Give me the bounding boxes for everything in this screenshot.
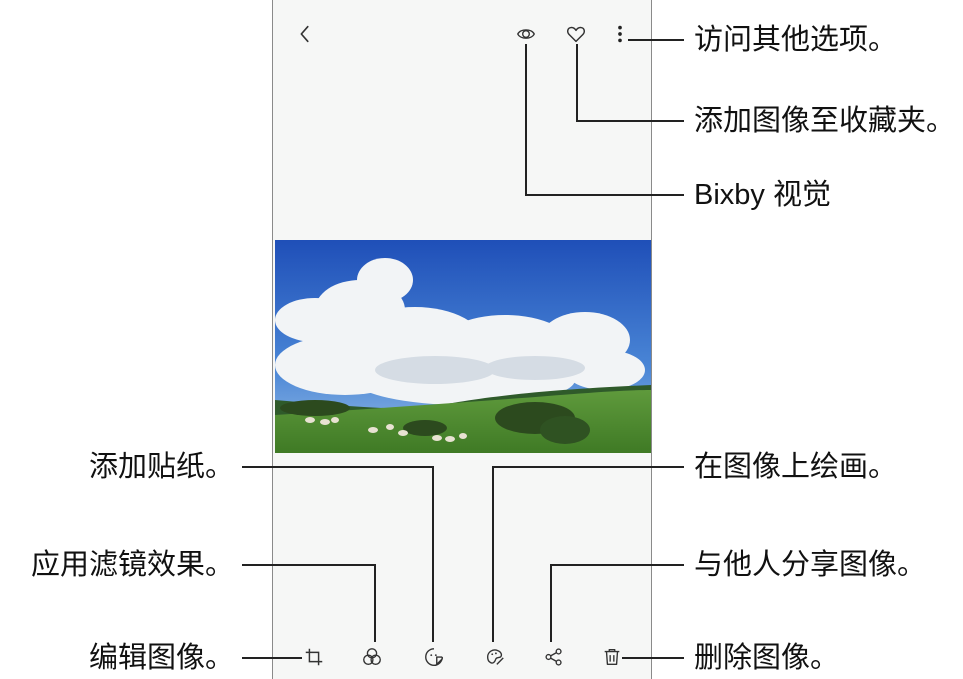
callout-apply-filter: 应用滤镜效果。 (30, 549, 234, 581)
callout-line-draw (492, 466, 684, 468)
callout-line-more (628, 39, 684, 41)
callout-line-sticker-v (432, 466, 434, 642)
callout-add-sticker: 添加贴纸。 (88, 451, 234, 483)
edit-icon[interactable] (300, 643, 328, 671)
callout-more-options: 访问其他选项。 (694, 24, 898, 56)
photo-image (275, 240, 651, 453)
callout-line-filter (242, 564, 376, 566)
callout-line-favorite (576, 44, 578, 122)
callout-line-share (550, 564, 684, 566)
callout-delete: 删除图像。 (694, 642, 840, 674)
callout-line-sticker (242, 466, 434, 468)
callout-line-edit (242, 657, 302, 659)
callout-line-favorite-h (576, 120, 684, 122)
sticker-icon[interactable] (420, 643, 448, 671)
callout-bixby-vision: Bixby 视觉 (694, 179, 831, 211)
callout-draw: 在图像上绘画。 (694, 451, 898, 483)
callout-line-share-v (550, 564, 552, 642)
more-options-icon[interactable] (606, 20, 634, 48)
callout-share: 与他人分享图像。 (694, 549, 927, 581)
callout-line-bixby (525, 44, 527, 196)
callout-line-filter-v (374, 564, 376, 642)
callout-add-favorite: 添加图像至收藏夹。 (694, 105, 956, 137)
callout-line-delete (622, 657, 684, 659)
callout-line-draw-v (492, 466, 494, 642)
share-icon[interactable] (540, 643, 568, 671)
back-icon[interactable] (291, 20, 319, 48)
filter-icon[interactable] (358, 643, 386, 671)
callout-line-bixby-h (525, 194, 684, 196)
callout-edit-image: 编辑图像。 (88, 642, 234, 674)
draw-icon[interactable] (481, 643, 509, 671)
